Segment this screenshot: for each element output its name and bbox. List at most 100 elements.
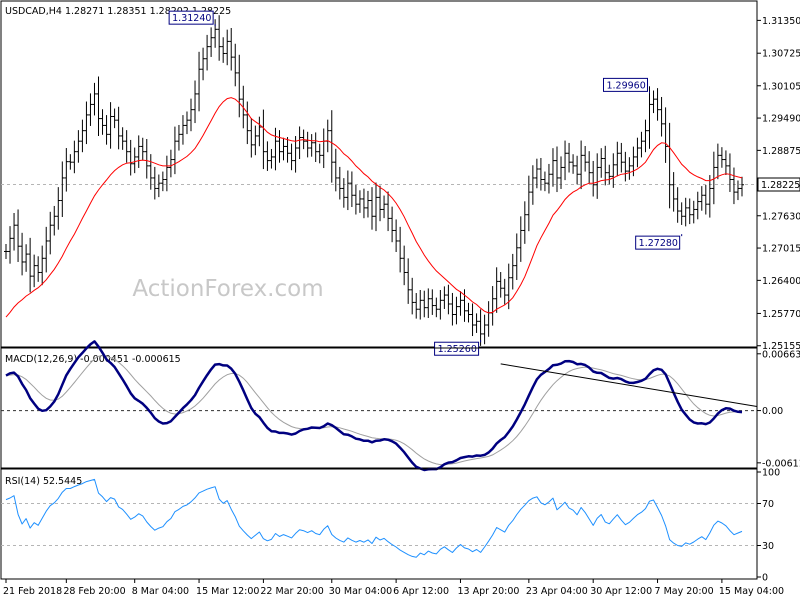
time-axis-tick-label: 30 Apr 12:00 — [590, 586, 652, 597]
rsi-panel: RSI(14) 52.5445 100 70 30 0 — [0, 468, 780, 584]
price-bar — [679, 202, 684, 225]
time-axis-tick-label: 7 May 20:00 — [655, 586, 714, 597]
price-axis-tick-label: 1.30725 — [762, 49, 800, 60]
price-bar — [442, 286, 447, 309]
price-bar — [611, 153, 616, 188]
price-bar — [229, 27, 234, 71]
price-annotation: 1.31240 — [168, 10, 216, 27]
price-bar — [156, 174, 161, 198]
price-bar — [309, 134, 314, 157]
price-bar — [140, 137, 145, 161]
price-annotation: 1.29960 — [602, 77, 650, 94]
price-bar — [72, 140, 77, 174]
price-bar — [430, 289, 435, 315]
price-bar — [466, 302, 471, 323]
price-bar — [209, 27, 214, 57]
price-bar — [132, 147, 137, 174]
price-bar — [683, 197, 688, 227]
price-bar — [20, 232, 25, 276]
macd-axis: 0.0066390.00-0.006114 — [757, 349, 800, 469]
macd-axis-tick-label: 0.00 — [762, 406, 783, 417]
price-bar — [237, 54, 242, 118]
price-bar — [160, 171, 165, 192]
price-bar — [635, 137, 640, 168]
price-bar — [454, 296, 459, 325]
price-bar — [92, 82, 97, 116]
rsi-axis-tick-label: 70 — [762, 499, 774, 510]
price-bar — [349, 171, 354, 208]
price-bar — [534, 158, 539, 189]
price-bar — [567, 142, 572, 173]
price-bar — [104, 115, 109, 145]
price-bar — [418, 289, 423, 320]
price-bar — [265, 141, 270, 171]
rsi-header: RSI(14) 52.5445 — [5, 476, 82, 487]
price-bar — [345, 170, 350, 211]
price-bar — [518, 216, 523, 262]
price-bar — [623, 151, 628, 182]
price-axis-tick-label: 1.26400 — [762, 276, 800, 287]
price-bar — [277, 130, 282, 163]
price-bar — [124, 130, 129, 163]
price-bar — [526, 175, 531, 232]
price-bar — [619, 142, 624, 173]
price-bar — [595, 153, 600, 199]
price-bar — [245, 101, 250, 145]
watermark-text: ActionForex.com — [132, 276, 323, 302]
price-bar — [647, 86, 652, 149]
price-bar — [699, 186, 704, 211]
price-bar — [587, 151, 592, 184]
price-bar — [285, 137, 290, 163]
price-bar — [374, 182, 379, 232]
price-bar — [723, 150, 728, 175]
price-bar — [639, 131, 644, 158]
price-bar — [538, 157, 543, 191]
time-axis-tick-label: 15 May 04:00 — [719, 586, 784, 597]
price-bar — [422, 290, 427, 318]
time-axis-tick-label: 30 Mar 04:00 — [329, 586, 392, 597]
price-axis-tick-label: 1.27630 — [762, 211, 800, 222]
price-bar — [84, 101, 89, 145]
price-bar — [406, 258, 411, 304]
price-bar — [450, 292, 455, 326]
price-bar — [24, 244, 29, 272]
price-axis-tick-label: 1.30105 — [762, 81, 800, 92]
price-bar — [249, 117, 254, 158]
time-axis-tick-label: 8 Mar 04:00 — [132, 586, 189, 597]
price-bar — [128, 139, 133, 176]
price-bar — [80, 119, 85, 153]
price-bar — [502, 278, 507, 305]
price-bar — [189, 98, 194, 132]
price-bar — [4, 243, 8, 259]
price-bar — [522, 201, 527, 244]
price-bar — [695, 191, 700, 220]
time-axis-tick-label: 15 Mar 12:00 — [196, 586, 259, 597]
price-bar — [337, 166, 342, 200]
price-bar — [112, 108, 117, 129]
price-bar — [261, 109, 266, 170]
last-price-marker: 1.28225 — [757, 177, 800, 192]
price-annotation: 1.27280 — [635, 234, 683, 250]
price-bar — [205, 34, 210, 71]
price-bar — [28, 237, 33, 293]
price-axis-tick-label: 1.28875 — [762, 146, 800, 157]
price-bar — [378, 185, 383, 222]
rsi-axis: 100 70 30 0 — [757, 468, 780, 584]
price-bar — [168, 149, 173, 178]
rsi-axis-tick-label: 0 — [762, 573, 768, 584]
price-bar — [329, 110, 334, 183]
price-bar — [253, 125, 258, 156]
price-axis-tick-label: 1.25770 — [762, 309, 800, 320]
rsi-panel-frame — [0, 468, 758, 580]
price-bar — [184, 111, 189, 135]
price-bar — [357, 190, 362, 213]
price-bar — [563, 140, 568, 181]
price-bar — [273, 127, 278, 171]
price-bar — [530, 165, 535, 205]
usdcad-chart: USDCAD,H4 1.28271 1.28351 1.28202 1.2822… — [0, 0, 800, 597]
price-bar — [727, 153, 732, 192]
price-bar — [458, 291, 463, 316]
time-axis-tick-label: 22 Mar 20:00 — [260, 586, 323, 597]
moving-average-line — [5, 97, 743, 318]
price-bar — [225, 29, 230, 66]
